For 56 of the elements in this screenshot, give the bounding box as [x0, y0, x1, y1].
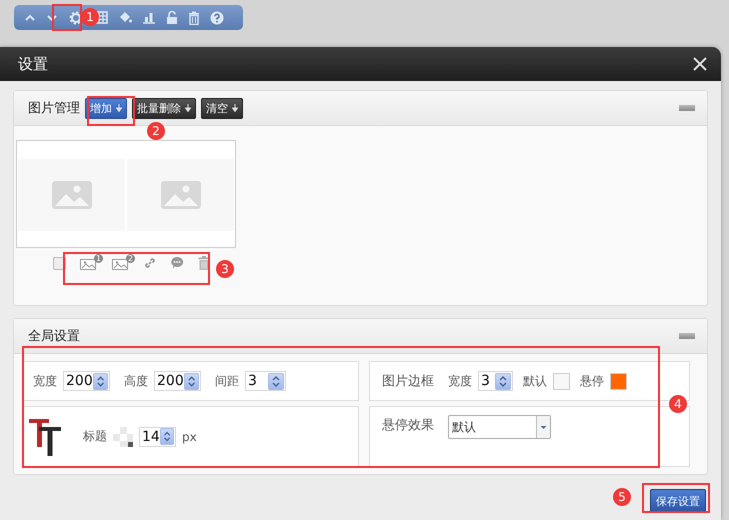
caret-icon — [232, 104, 238, 112]
caret-icon — [116, 104, 122, 112]
number-field[interactable]: 3 — [245, 371, 286, 391]
color-swatch[interactable] — [610, 372, 627, 390]
field-label: 图片边框 — [382, 373, 434, 390]
link-icon[interactable] — [144, 257, 156, 269]
field-label: 悬停 — [580, 372, 604, 390]
spin-buttons-icon[interactable] — [495, 372, 511, 390]
unlock-icon[interactable] — [166, 10, 178, 24]
spin-buttons-icon[interactable] — [160, 428, 174, 445]
trash-icon[interactable] — [188, 10, 200, 24]
highlight-frame — [52, 4, 82, 31]
text-style-icon — [29, 416, 63, 456]
collapse-icon[interactable] — [679, 105, 695, 111]
dialog-title: 设置 — [18, 54, 48, 74]
field-label: 标题 — [83, 428, 107, 445]
spin-buttons-icon[interactable] — [92, 372, 108, 390]
table-icon[interactable] — [94, 11, 108, 24]
highlight-frame — [87, 96, 135, 126]
image-placeholder-icon — [52, 181, 92, 209]
field-label: 宽度 — [33, 372, 57, 390]
number-field[interactable]: 200 — [154, 371, 201, 391]
comment-icon[interactable] — [170, 256, 184, 270]
panel-title: 全局设置 — [28, 328, 80, 345]
help-icon[interactable] — [210, 10, 224, 24]
field-label: 间距 — [215, 372, 239, 390]
dropdown-button[interactable]: 增加 — [85, 98, 127, 118]
select-field[interactable]: 默认 — [448, 415, 551, 439]
spin-buttons-icon[interactable] — [268, 372, 284, 390]
dropdown-button[interactable]: 批量删除 — [132, 98, 196, 118]
paint-bucket-icon[interactable] — [118, 11, 132, 24]
up-chevron-icon[interactable] — [24, 12, 36, 22]
field-label: 悬停效果 — [382, 417, 434, 435]
bar-chart-icon[interactable] — [142, 11, 156, 24]
unit-label: px — [182, 430, 197, 444]
trash-icon[interactable] — [198, 256, 210, 270]
caret-icon — [185, 104, 191, 112]
save-button[interactable]: 保存设置 — [650, 489, 706, 513]
field-label: 宽度 — [448, 372, 472, 390]
collapse-icon[interactable] — [679, 333, 695, 339]
close-icon[interactable] — [693, 57, 707, 71]
number-field[interactable]: 200 — [63, 371, 110, 391]
image-placeholder-icon — [160, 181, 200, 209]
dropdown-button[interactable]: 清空 — [201, 98, 243, 118]
panel-title: 图片管理 — [28, 100, 80, 117]
down-chevron-icon[interactable] — [46, 12, 58, 22]
color-swatch[interactable] — [553, 372, 570, 390]
number-field[interactable]: 14 — [139, 426, 176, 446]
field-label: 高度 — [124, 372, 148, 390]
field-label: 默认 — [523, 372, 547, 390]
highlight-frame — [642, 483, 710, 513]
image-icon[interactable] — [112, 256, 130, 270]
number-field[interactable]: 3 — [478, 371, 513, 391]
caret-icon[interactable] — [536, 416, 550, 438]
image-icon[interactable] — [80, 256, 98, 270]
spin-buttons-icon[interactable] — [184, 372, 199, 390]
